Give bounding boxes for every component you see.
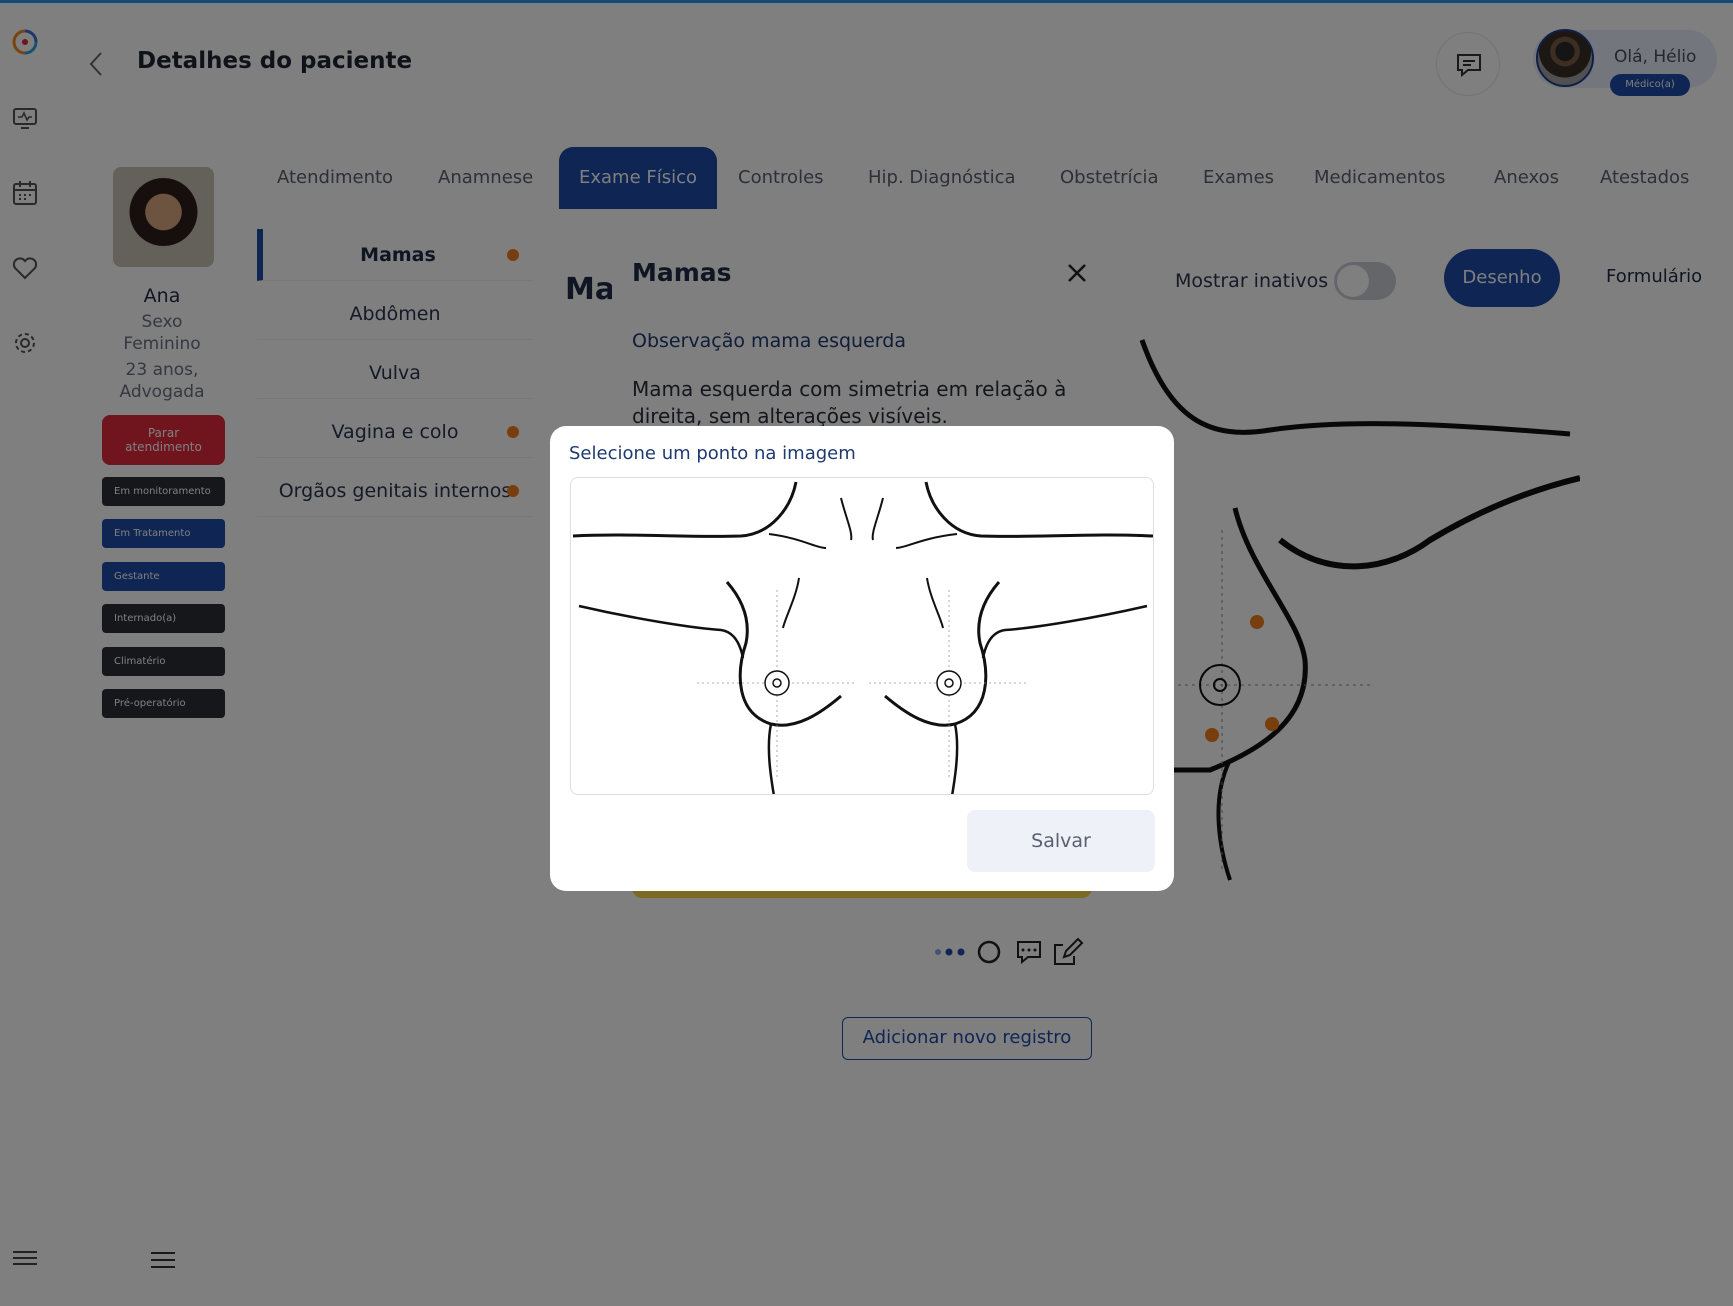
select-point-title: Selecione um ponto na imagem bbox=[569, 443, 856, 464]
breast-front-diagram bbox=[572, 481, 1153, 794]
save-button[interactable]: Salvar bbox=[967, 810, 1155, 872]
select-point-dialog: Selecione um ponto na imagem Salvar bbox=[550, 426, 1174, 891]
nipple-left-marker[interactable] bbox=[936, 670, 962, 696]
nipple-right-marker[interactable] bbox=[764, 670, 790, 696]
breast-diagram-canvas[interactable] bbox=[570, 477, 1154, 795]
